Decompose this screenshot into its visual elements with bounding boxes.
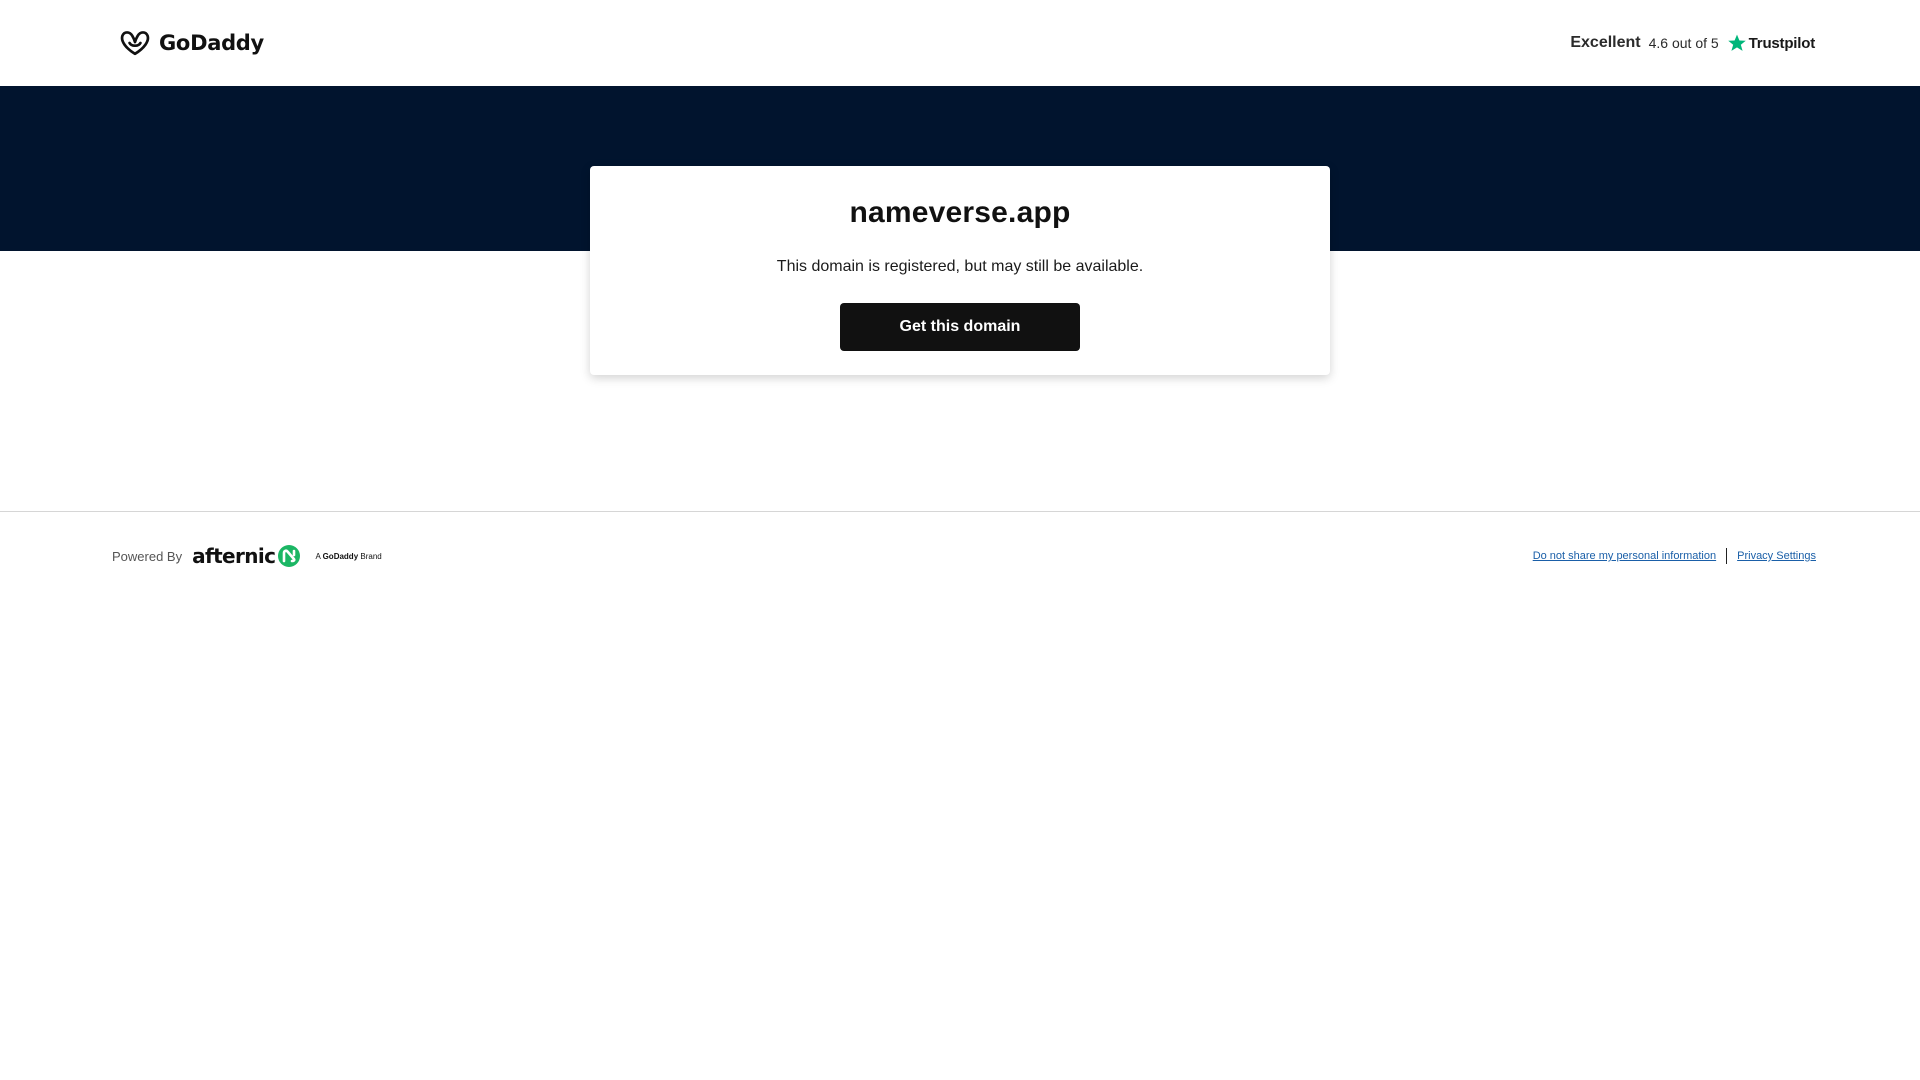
privacy-settings-link[interactable]: Privacy Settings	[1737, 550, 1816, 562]
get-domain-button[interactable]: Get this domain	[840, 303, 1080, 351]
godaddy-logo-text: GoDaddy	[159, 31, 264, 55]
top-header: GoDaddy Excellent 4.6 out of 5 Trustpilo…	[0, 0, 1920, 86]
godaddy-logo-link[interactable]: GoDaddy	[117, 26, 264, 60]
godaddy-logo-icon	[120, 31, 150, 56]
rating-label: Excellent	[1570, 34, 1641, 51]
trustpilot-text: Trustpilot	[1748, 34, 1816, 52]
trustpilot-brand: Trustpilot	[1727, 33, 1815, 53]
powered-by-section: Powered By afternic A GoDaddy Brand	[112, 540, 382, 572]
trustpilot-star-icon	[1727, 34, 1746, 51]
footer-link-separator	[1726, 548, 1728, 564]
godaddy-brand-tag: A GoDaddy Brand	[315, 552, 381, 561]
footer-divider	[0, 511, 1920, 512]
trustpilot-rating[interactable]: Excellent 4.6 out of 5 Trustpilot	[1570, 28, 1815, 58]
brand-tag-name: GoDaddy	[322, 551, 359, 561]
afternic-mark-icon	[278, 545, 301, 567]
powered-by-label: Powered By	[112, 548, 183, 564]
footer-links: Do not share my personal information Pri…	[1533, 548, 1816, 564]
afternic-logo-text: afternic	[192, 544, 276, 568]
do-not-share-link[interactable]: Do not share my personal information	[1533, 550, 1716, 562]
brand-tag-prefix: A	[315, 551, 321, 561]
page: GoDaddy Excellent 4.6 out of 5 Trustpilo…	[0, 0, 1920, 1080]
domain-status-text: This domain is registered, but may still…	[776, 258, 1144, 275]
brand-tag-suffix: Brand	[360, 551, 382, 561]
domain-card: nameverse.app This domain is registered,…	[590, 166, 1330, 375]
domain-name: nameverse.app	[849, 196, 1071, 229]
rating-score: 4.6 out of 5	[1648, 35, 1719, 51]
